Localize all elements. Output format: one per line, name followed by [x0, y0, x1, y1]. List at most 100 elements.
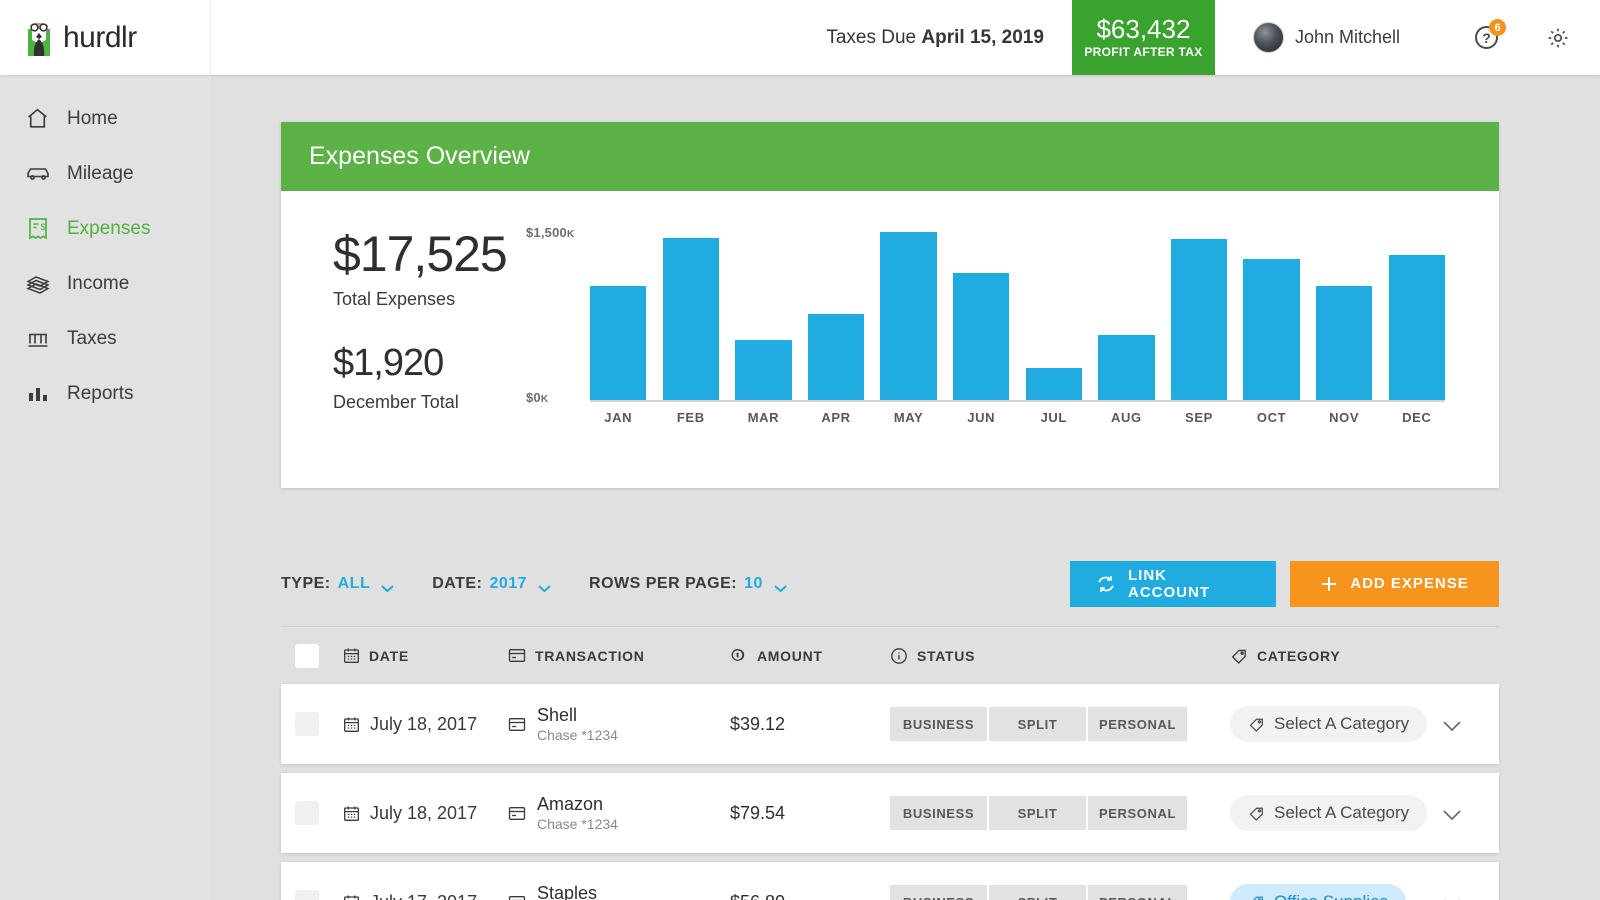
add-expense-button[interactable]: ADD EXPENSE — [1290, 561, 1499, 607]
status-segmented-control[interactable]: BUSINESSSPLITPERSONAL — [890, 707, 1187, 741]
column-header-amount[interactable]: AMOUNT — [730, 647, 890, 665]
table-row[interactable]: July 18, 2017 Amazon Chase *1234 $79.54 … — [281, 773, 1499, 853]
bar — [735, 340, 791, 400]
table-row[interactable]: July 18, 2017 Shell Chase *1234 $39.12 B… — [281, 684, 1499, 764]
filter-rows-per-page[interactable]: ROWS PER PAGE: 10 — [589, 575, 787, 593]
add-expense-label: ADD EXPENSE — [1350, 575, 1469, 592]
row-checkbox[interactable] — [295, 712, 343, 736]
user-menu[interactable]: John Mitchell — [1253, 22, 1400, 53]
chart-bar-dec — [1389, 232, 1445, 400]
user-name: John Mitchell — [1295, 27, 1400, 48]
chevron-down-icon — [538, 580, 551, 588]
category-selector[interactable]: Select A Category — [1230, 706, 1427, 742]
card-icon — [508, 716, 526, 733]
category-label: Office Supplies — [1274, 892, 1388, 900]
chevron-down-icon[interactable] — [1443, 897, 1461, 900]
card-body: $17,525 Total Expenses $1,920 December T… — [281, 191, 1499, 488]
tag-icon — [1248, 894, 1265, 900]
status-segmented-control[interactable]: BUSINESSSPLITPERSONAL — [890, 885, 1187, 900]
total-expenses-label: Total Expenses — [333, 289, 526, 310]
cell-status: BUSINESSSPLITPERSONAL — [890, 885, 1230, 900]
main-content: Expenses Overview $17,525 Total Expenses… — [211, 75, 1600, 900]
x-tick-label: DEC — [1389, 410, 1445, 425]
x-tick-label: SEP — [1171, 410, 1227, 425]
chevron-down-icon[interactable] — [1443, 719, 1461, 730]
cell-status: BUSINESSSPLITPERSONAL — [890, 707, 1230, 741]
status-option-split[interactable]: SPLIT — [989, 796, 1088, 830]
taxes-due: Taxes Due April 15, 2019 — [826, 27, 1044, 49]
cell-category: Select A Category — [1230, 706, 1499, 742]
cell-amount: $79.54 — [730, 803, 890, 824]
bar — [1098, 335, 1154, 400]
filter-type-label: TYPE: — [281, 575, 331, 593]
checkbox[interactable] — [295, 890, 319, 900]
calendar-icon — [343, 894, 360, 900]
table-row[interactable]: July 17, 2017 Staples Chase *1234 $56.80… — [281, 862, 1499, 900]
sidebar-item-label: Reports — [67, 383, 134, 405]
sidebar-item-mileage[interactable]: Mileage — [0, 146, 211, 201]
status-option-personal[interactable]: PERSONAL — [1088, 707, 1187, 741]
chart-bar-mar — [735, 232, 791, 400]
filter-type[interactable]: TYPE: ALL — [281, 575, 394, 593]
chart-bar-nov — [1316, 232, 1372, 400]
sidebar-item-reports[interactable]: Reports — [0, 366, 211, 421]
chart-inner: $1,500K $0K JANFEBMARAPRMAYJUNJULAUGSEPO… — [526, 225, 1445, 445]
chart-bar-jun — [953, 232, 1009, 400]
filter-date[interactable]: DATE: 2017 — [432, 575, 551, 593]
merchant-name: Shell — [537, 705, 618, 726]
column-header-transaction[interactable]: TRANSACTION — [508, 647, 730, 664]
sidebar-item-expenses[interactable]: $ Expenses — [0, 201, 211, 256]
refresh-icon — [1096, 574, 1116, 594]
column-header-date[interactable]: DATE — [343, 647, 508, 664]
select-all-checkbox[interactable] — [295, 644, 343, 668]
link-account-button[interactable]: LINK ACCOUNT — [1070, 561, 1276, 607]
status-option-personal[interactable]: PERSONAL — [1088, 885, 1187, 900]
sidebar-item-income[interactable]: Income — [0, 256, 211, 311]
bank-icon — [24, 325, 51, 352]
status-option-business[interactable]: BUSINESS — [890, 885, 989, 900]
top-bar-right: Taxes Due April 15, 2019 $63,432 PROFIT … — [211, 0, 1600, 75]
tag-icon — [1248, 716, 1265, 733]
status-option-business[interactable]: BUSINESS — [890, 707, 989, 741]
row-checkbox[interactable] — [295, 890, 343, 900]
filter-type-value: ALL — [338, 575, 371, 593]
merchant-name: Staples — [537, 883, 618, 900]
gear-icon[interactable] — [1546, 26, 1570, 50]
date-text: July 18, 2017 — [370, 803, 477, 824]
chart-x-axis: JANFEBMARAPRMAYJUNJULAUGSEPOCTNOVDEC — [590, 410, 1445, 425]
tag-icon — [1230, 647, 1248, 665]
status-option-business[interactable]: BUSINESS — [890, 796, 989, 830]
category-selector[interactable]: Select A Category — [1230, 795, 1427, 831]
sidebar-item-label: Expenses — [67, 218, 150, 240]
column-header-category[interactable]: CATEGORY — [1230, 647, 1499, 665]
help-button[interactable]: ? 6 — [1475, 26, 1498, 49]
december-total-label: December Total — [333, 392, 526, 413]
sidebar-item-home[interactable]: Home — [0, 91, 211, 146]
row-checkbox[interactable] — [295, 801, 343, 825]
status-option-personal[interactable]: PERSONAL — [1088, 796, 1187, 830]
total-expenses-amount: $17,525 — [333, 229, 526, 279]
y-axis-min-label: $0K — [526, 390, 548, 405]
chart-bar-sep — [1171, 232, 1227, 400]
checkbox[interactable] — [295, 644, 319, 668]
date-text: July 18, 2017 — [370, 714, 477, 735]
chart-bar-feb — [663, 232, 719, 400]
tag-icon — [1248, 805, 1265, 822]
column-header-status[interactable]: STATUS — [890, 647, 1230, 665]
profit-after-tax-box[interactable]: $63,432 PROFIT AFTER TAX — [1072, 0, 1215, 75]
checkbox[interactable] — [295, 801, 319, 825]
chevron-down-icon[interactable] — [1443, 808, 1461, 819]
sidebar-item-taxes[interactable]: Taxes — [0, 311, 211, 366]
x-tick-label: APR — [808, 410, 864, 425]
status-option-split[interactable]: SPLIT — [989, 707, 1088, 741]
status-option-split[interactable]: SPLIT — [989, 885, 1088, 900]
category-selector[interactable]: Office Supplies — [1230, 884, 1406, 900]
checkbox[interactable] — [295, 712, 319, 736]
card-icon — [508, 647, 526, 664]
status-segmented-control[interactable]: BUSINESSSPLITPERSONAL — [890, 796, 1187, 830]
bar — [590, 286, 646, 400]
bar — [663, 238, 719, 400]
filter-bar: TYPE: ALL DATE: 2017 ROWS PER PAGE: 10 — [281, 541, 1499, 627]
logo[interactable]: hurdlr — [0, 0, 211, 75]
chart-bar-oct — [1243, 232, 1299, 400]
